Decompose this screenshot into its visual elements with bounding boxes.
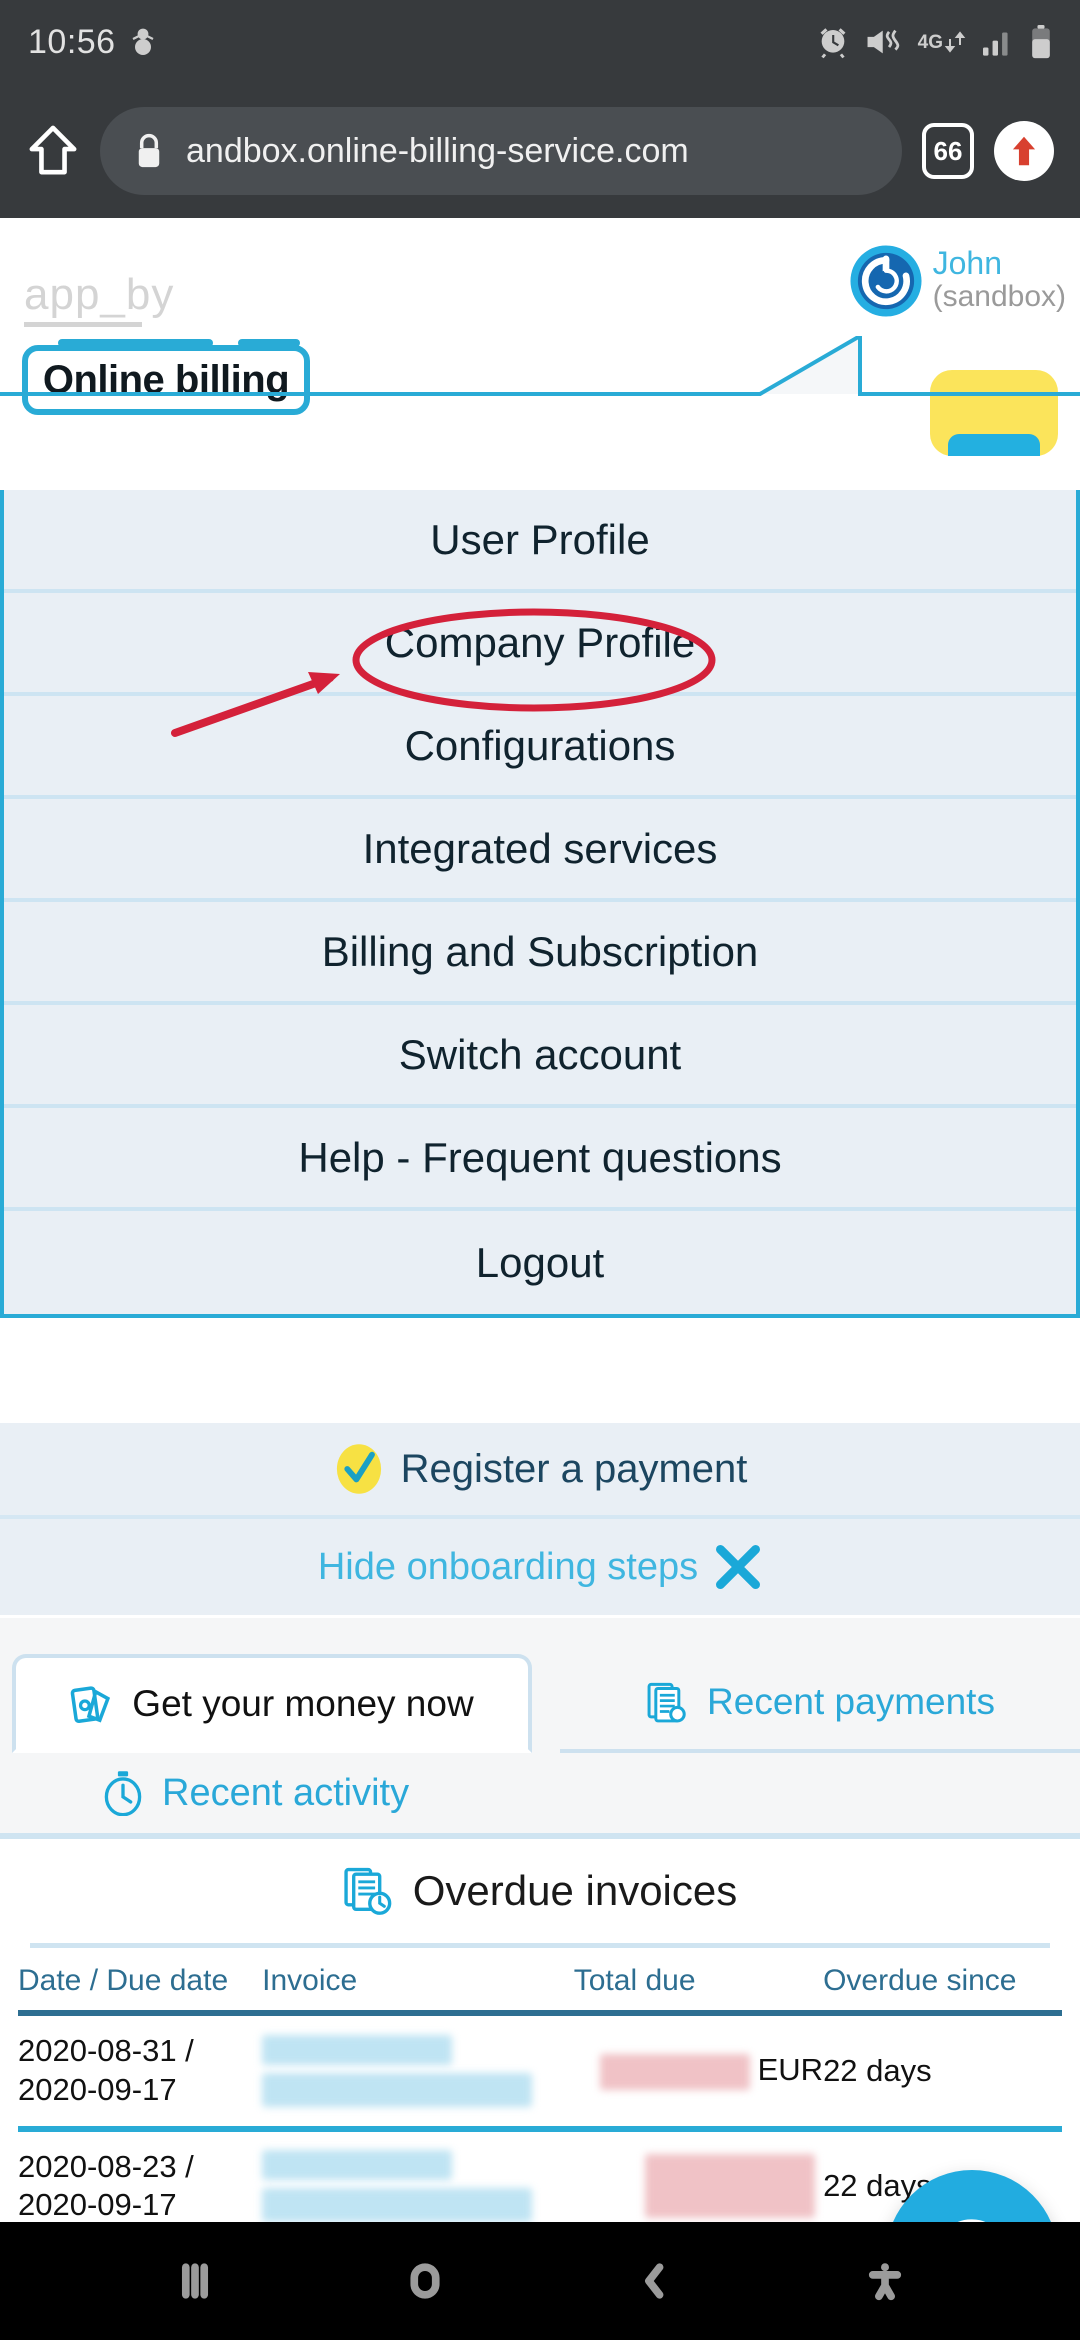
onboarding-step-register-payment[interactable]: Register a payment [0, 1423, 1080, 1519]
tab-recent-payments[interactable]: Recent payments [560, 1654, 1080, 1753]
chat-bubble-icon [957, 2219, 986, 2222]
user-name: John [932, 245, 1002, 281]
redacted-invoice-line2 [262, 2072, 533, 2107]
signal-icon [983, 32, 1008, 56]
menu-item-configurations[interactable]: Configurations [4, 696, 1076, 799]
home-icon[interactable] [26, 124, 80, 178]
menu-item-help[interactable]: Help - Frequent questions [4, 1108, 1076, 1211]
tab-count-button[interactable]: 66 [922, 123, 974, 179]
overdue-invoices-table: Date / Due date Invoice Total due Overdu… [18, 1964, 1062, 2222]
tab-get-your-money-now[interactable]: Get your money now [12, 1654, 532, 1753]
user-account-area[interactable]: John (sandbox) [849, 244, 1066, 318]
phone-screen: 10:56 4G andbox.online-billing-service.c… [0, 0, 1080, 2340]
user-environment: (sandbox) [932, 280, 1066, 313]
user-name-block: John (sandbox) [933, 244, 1066, 312]
accessibility-icon[interactable] [862, 2258, 908, 2304]
redacted-amount [599, 2053, 750, 2090]
app-by-underline [24, 322, 142, 327]
hide-onboarding-label: Hide onboarding steps [317, 1545, 699, 1588]
app-by-label: app_by [24, 270, 175, 319]
web-page: app_by Online billing John (sandbox) Use… [0, 218, 1080, 2222]
url-text: andbox.online-billing-service.com [186, 131, 689, 170]
stopwatch-icon [104, 1771, 142, 1816]
overdue-invoices-title-row: Overdue invoices [18, 1839, 1062, 1943]
onboarding-step-label: Register a payment [400, 1446, 748, 1491]
home-circle-icon[interactable] [402, 2258, 448, 2304]
table-row[interactable]: 2020-08-31 / 2020-09-17 EUR 22 days [18, 2013, 1062, 2129]
url-bar[interactable]: andbox.online-billing-service.com [100, 107, 902, 195]
documents-icon [647, 1682, 686, 1722]
overdue-invoices-card: Overdue invoices Date / Due date Invoice… [0, 1839, 1080, 2222]
browser-toolbar: andbox.online-billing-service.com 66 [0, 84, 1080, 218]
menu-item-logout[interactable]: Logout [4, 1211, 1076, 1314]
menu-item-company-profile[interactable]: Company Profile [4, 593, 1076, 696]
menu-item-label: Help - Frequent questions [298, 1133, 782, 1181]
redacted-amount [645, 2154, 816, 2219]
menu-item-label: User Profile [430, 515, 650, 563]
menu-item-label: Logout [475, 1238, 605, 1286]
status-bar-left: 10:56 [28, 23, 156, 62]
yellow-check-icon [336, 1444, 381, 1494]
user-dropdown-menu[interactable]: User Profile Company Profile Configurati… [0, 490, 1080, 1318]
cell-issue-date: 2020-08-31 / [18, 2033, 194, 2068]
4g-data-icon: 4G [918, 29, 966, 55]
table-header-row: Date / Due date Invoice Total due Overdu… [18, 1964, 1062, 2013]
menu-item-switch-account[interactable]: Switch account [4, 1005, 1076, 1108]
column-header-overdue-since: Overdue since [823, 1964, 1017, 1997]
lock-icon [138, 133, 160, 168]
redacted-invoice-line1 [262, 2150, 453, 2181]
tab-label: Recent payments [707, 1680, 995, 1722]
menu-item-label: Switch account [398, 1030, 682, 1078]
cell-due-date: 2020-09-17 [18, 2071, 177, 2107]
tab-label: Get your money now [132, 1682, 474, 1724]
cell-date: 2020-08-31 / 2020-09-17 [18, 2013, 262, 2129]
menu-item-label: Company Profile [384, 618, 696, 666]
close-x-icon[interactable] [714, 1543, 762, 1591]
recents-icon[interactable] [172, 2258, 218, 2304]
cell-currency: EUR [757, 2051, 824, 2087]
power-logo-avatar[interactable] [849, 244, 923, 318]
cell-invoice [262, 2013, 574, 2129]
card-divider [30, 1943, 1050, 1948]
tab-count-label: 66 [933, 135, 963, 166]
menu-item-billing-subscription[interactable]: Billing and Subscription [4, 902, 1076, 1005]
menu-item-label: Integrated services [362, 824, 718, 872]
battery-icon [1032, 25, 1050, 59]
cell-due-date: 2020-09-17 [18, 2187, 177, 2222]
mute-vibrate-icon [867, 29, 899, 54]
recent-activity-label: Recent activity [162, 1771, 410, 1814]
documents-clock-icon [344, 1867, 392, 1915]
alarm-icon [820, 28, 846, 59]
cell-total-due: EUR [574, 2013, 823, 2129]
upload-arrow-icon[interactable] [994, 121, 1054, 181]
android-nav-bar [0, 2222, 1080, 2340]
redacted-invoice-line1 [262, 2034, 453, 2065]
cell-issue-date: 2020-08-23 / [18, 2148, 194, 2184]
cell-invoice [262, 2129, 574, 2222]
menu-item-integrated-services[interactable]: Integrated services [4, 799, 1076, 902]
status-bar: 10:56 4G [0, 0, 1080, 84]
hide-onboarding-steps[interactable]: Hide onboarding steps [0, 1519, 1080, 1615]
dashboard-section: Get your money now Recent payments Recen… [0, 1618, 1080, 2222]
redacted-invoice-line2 [262, 2188, 533, 2222]
cell-total-due [574, 2129, 823, 2223]
snowman-icon [132, 28, 154, 55]
cell-overdue-since: 22 days [823, 2052, 932, 2088]
recent-activity-row[interactable]: Recent activity [0, 1753, 1080, 1839]
status-bar-clock: 10:56 [28, 22, 116, 61]
status-bar-right: 4G [816, 25, 1052, 59]
dropdown-pointer [0, 336, 1080, 396]
money-icon [70, 1685, 111, 1723]
tab-bar: Get your money now Recent payments [0, 1618, 1080, 1753]
column-header-date: Date / Due date [18, 1964, 229, 1997]
back-chevron-icon[interactable] [632, 2258, 678, 2304]
overdue-invoices-title: Overdue invoices [412, 1867, 738, 1914]
cell-date: 2020-08-23 / 2020-09-17 [18, 2129, 262, 2223]
onboarding-steps: Register a payment Hide onboarding steps [0, 1423, 1080, 1615]
column-header-total-due: Total due [573, 1964, 696, 1997]
menu-item-user-profile[interactable]: User Profile [4, 490, 1076, 593]
column-header-invoice: Invoice [262, 1964, 358, 1997]
menu-item-label: Configurations [404, 721, 676, 769]
menu-item-label: Billing and Subscription [321, 927, 759, 975]
